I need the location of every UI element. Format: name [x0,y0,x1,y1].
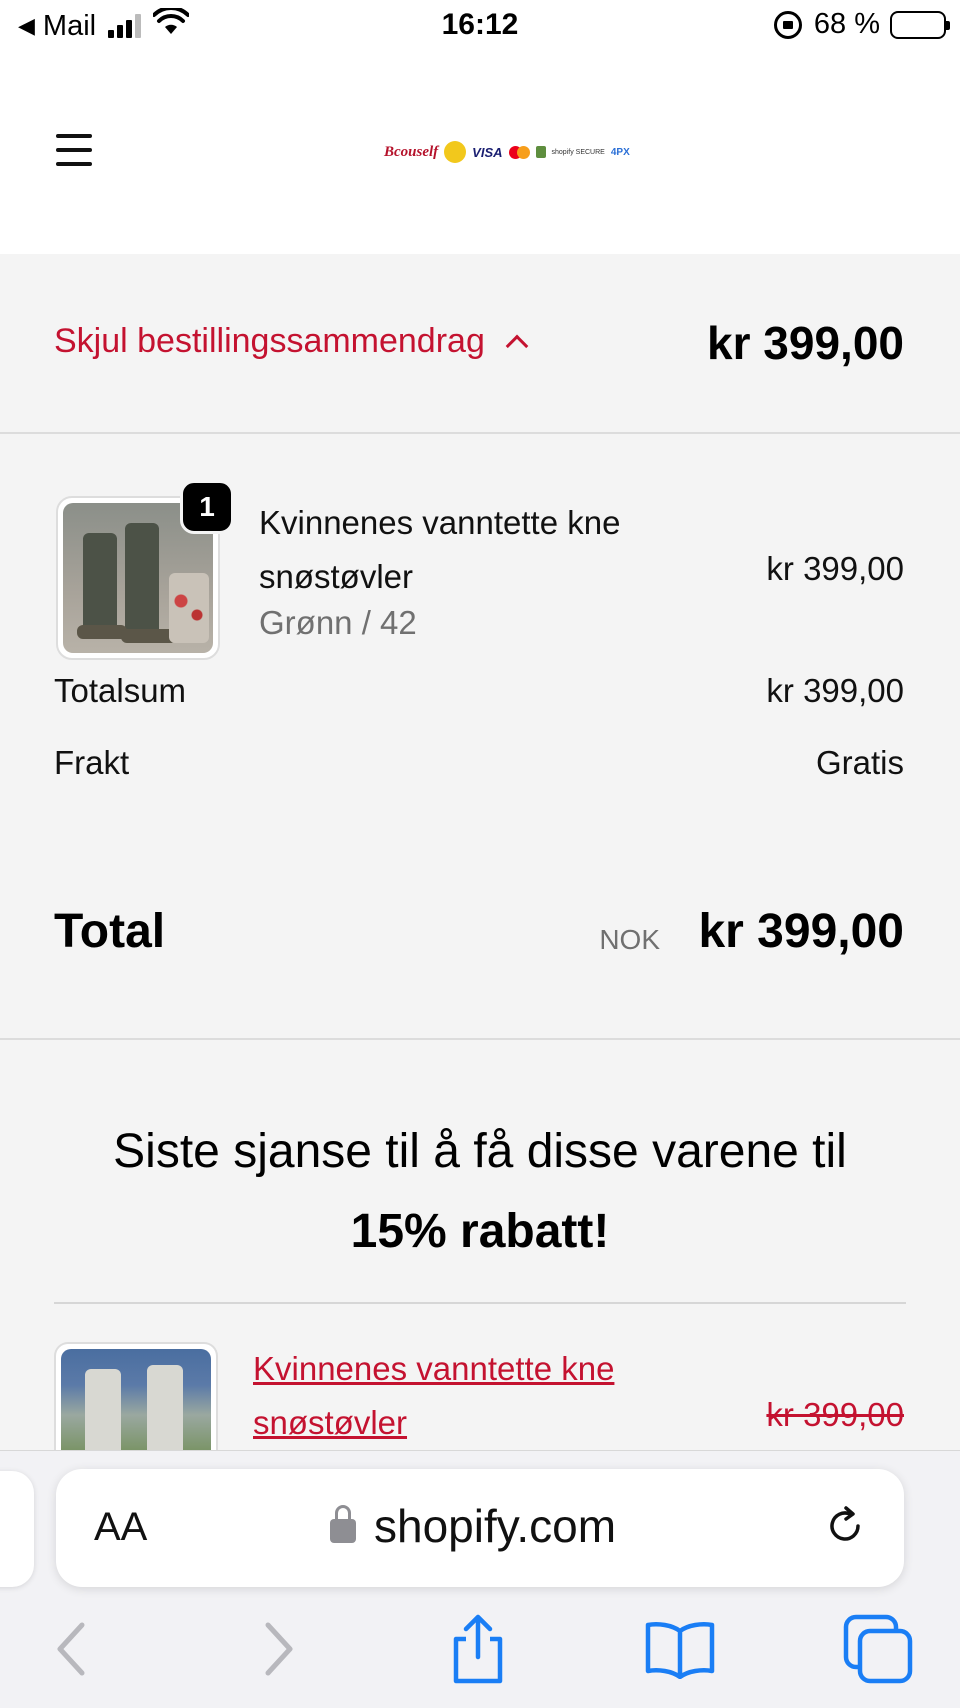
hamburger-menu-icon[interactable] [56,134,92,166]
product-price: kr 399,00 [766,550,904,587]
browser-toolbar [0,1609,960,1708]
lock-icon [330,1505,356,1543]
secure-badge-icon [444,141,467,163]
upsell-discount-text: 15% rabatt! [350,1205,610,1258]
visa-logo: VISA [472,144,503,160]
upsell-divider [54,1302,906,1304]
browser-bottom-bar: AA shopify.com [0,1450,960,1708]
upsell-product-thumbnail[interactable] [54,1342,218,1452]
subtotal-value: kr 399,00 [766,672,904,709]
page-settings-button[interactable]: AA [94,1505,147,1550]
battery-icon [890,10,950,39]
forward-arrow-icon[interactable] [238,1609,318,1689]
upsell-product-link[interactable]: Kvinnenes vanntette kne snøstøvler [253,1342,713,1450]
upsell-heading: Siste sjanse til å få disse varene til 1… [54,1112,906,1272]
total-value: kr 399,00 [698,905,904,958]
hide-order-summary-link[interactable]: Skjul bestillingssammendrag [54,322,529,361]
quantity-badge: 1 [180,480,234,534]
bookmarks-icon[interactable] [640,1609,720,1689]
reload-icon[interactable] [822,1503,868,1549]
product-name: Kvinnenes vanntette kne snøstøvler [259,504,621,595]
shopify-bag-icon [535,146,546,158]
chevron-up-icon [505,334,529,357]
subtotal-label: Totalsum [54,672,187,709]
upsell-boots-image [61,1349,211,1452]
logo-brand-text: Bcouself [384,143,439,160]
url-text[interactable]: shopify.com [374,1499,616,1553]
total-label: Total [54,905,166,958]
back-arrow-icon[interactable] [32,1609,112,1689]
4px-logo: 4PX [610,146,630,158]
toggle-label: Skjul bestillingssammendrag [54,322,485,360]
share-icon[interactable] [438,1609,518,1689]
shopify-secure-text: shopify SECURE [551,148,605,156]
store-logo[interactable]: Bcouself VISA shopify SECURE 4PX [384,138,630,166]
upsell-old-price: kr 399,00 [766,1396,904,1433]
product-variant: Grønn / 42 [259,604,417,641]
status-bar: ◀ Mail 16:12 68 % [0,0,960,54]
upsell-heading-text: Siste sjanse til å få disse varene til [113,1125,847,1178]
shipping-label: Frakt [54,744,130,781]
previous-tab-preview[interactable] [0,1471,34,1587]
order-summary: 1 Kvinnenes vanntette kne snøstøvler Grø… [0,436,960,1040]
battery-percent: 68 % [813,8,880,40]
total-currency: NOK [599,924,660,955]
address-bar[interactable]: AA shopify.com [56,1469,904,1587]
tabs-icon[interactable] [838,1609,918,1689]
order-summary-toggle[interactable]: Skjul bestillingssammendrag kr 399,00 [0,254,960,434]
text-size-label: AA [94,1505,148,1549]
orientation-lock-icon [773,10,802,39]
toggle-total-price: kr 399,00 [707,317,904,369]
mastercard-icon [508,145,530,159]
shipping-value: Gratis [815,744,904,781]
site-header: Bcouself VISA shopify SECURE 4PX [0,54,960,254]
